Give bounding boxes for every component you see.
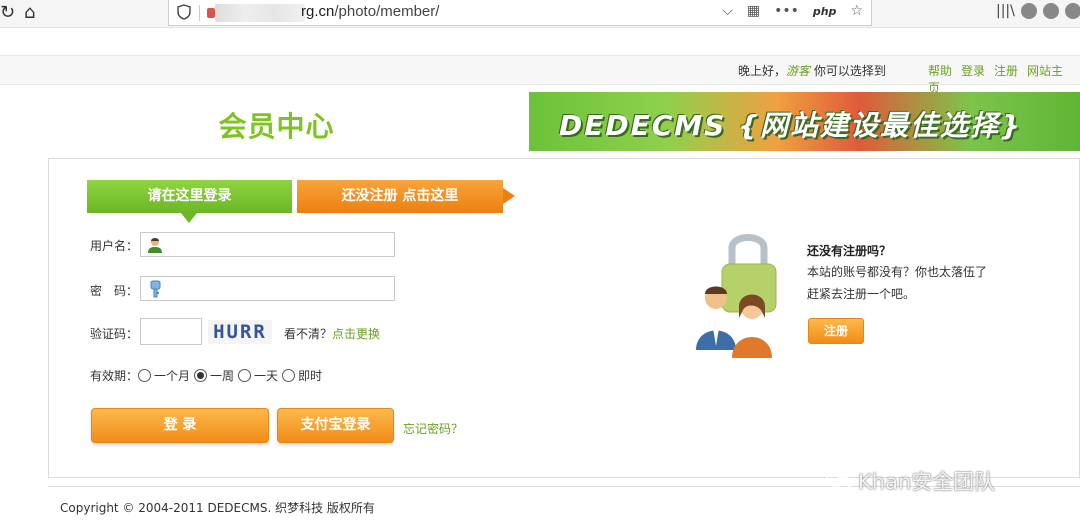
extension-icon[interactable] xyxy=(1042,3,1059,19)
site-top-bar: 晚上好，游客 你可以选择到 帮助 登录 注册 网站主页 xyxy=(0,55,1080,95)
member-center-logo[interactable]: 会员中心 xyxy=(98,100,455,145)
validity-option[interactable]: 即时 xyxy=(282,367,322,384)
validity-option[interactable]: 一个月 xyxy=(138,367,190,384)
username-input[interactable] xyxy=(140,232,395,257)
top-links: 帮助 登录 注册 网站主页 xyxy=(928,62,1080,96)
register-button[interactable]: 注册 xyxy=(808,318,864,344)
browser-toolbar: ↻ ⌂ rg.cn/photo/member/ ⌵ ▦ ••• php ☆ ||… xyxy=(0,0,1080,28)
radio-icon[interactable] xyxy=(282,369,296,382)
tab-login[interactable]: 请在这里登录 xyxy=(87,180,292,223)
forgot-password-link[interactable]: 忘记密码？ xyxy=(403,420,463,437)
users-lock-icon xyxy=(696,234,777,358)
login-button[interactable]: 登 录 xyxy=(91,408,269,443)
tab-register[interactable]: 还没注册 点击这里 xyxy=(297,180,515,213)
library-icon[interactable]: |||\ xyxy=(996,3,1015,19)
password-input[interactable] xyxy=(140,276,395,301)
extension-icon[interactable] xyxy=(1064,3,1080,19)
dedecms-banner: DEDECMS {网站建设最佳选择} xyxy=(529,92,1080,151)
redacted-domain xyxy=(215,4,305,22)
register-title: 还没有注册吗？ xyxy=(807,244,892,258)
watermark: Khan安全团队 xyxy=(826,466,995,496)
register-link[interactable]: 注册 xyxy=(994,64,1018,78)
reload-icon[interactable]: ↻ xyxy=(0,2,15,23)
radio-icon[interactable] xyxy=(194,369,208,382)
captcha-label: 验证码： xyxy=(90,327,139,341)
url-text[interactable]: rg.cn/photo/member/ xyxy=(301,3,439,20)
php-extension-icon[interactable]: php xyxy=(813,5,837,18)
validity-label: 有效期： xyxy=(90,369,139,383)
refresh-captcha-link[interactable]: 点击更换 xyxy=(332,327,380,341)
tab-arrow xyxy=(503,188,515,204)
qr-code-icon[interactable]: ▦ xyxy=(747,3,760,19)
chevron-down-icon[interactable]: ⌵ xyxy=(722,3,733,19)
validity-option[interactable]: 一周 xyxy=(194,367,234,384)
address-bar[interactable]: rg.cn/photo/member/ ⌵ ▦ ••• php ☆ xyxy=(168,0,872,26)
star-icon[interactable]: ☆ xyxy=(850,3,863,19)
greeting: 晚上好，游客 你可以选择到 xyxy=(738,64,886,78)
tab-pointer xyxy=(181,213,197,223)
alipay-login-button[interactable]: 支付宝登录 xyxy=(277,408,394,443)
validity-group: 有效期： 一个月 一周 一天 即时 xyxy=(90,367,326,384)
radio-icon[interactable] xyxy=(138,369,152,382)
site-icon xyxy=(207,8,215,18)
captcha-input[interactable] xyxy=(140,318,202,345)
username-label: 用户名： xyxy=(90,239,139,253)
extension-icon[interactable] xyxy=(1020,3,1037,19)
captcha-refresh: 看不清？点击更换 xyxy=(284,327,381,341)
help-link[interactable]: 帮助 xyxy=(928,64,952,78)
radio-icon[interactable] xyxy=(238,369,252,382)
shield-icon[interactable] xyxy=(177,4,191,20)
login-link[interactable]: 登录 xyxy=(961,64,985,78)
key-icon xyxy=(150,280,161,298)
captcha-image[interactable]: HURR xyxy=(208,320,272,344)
home-icon[interactable]: ⌂ xyxy=(24,2,35,23)
validity-option[interactable]: 一天 xyxy=(238,367,278,384)
more-icon[interactable]: ••• xyxy=(774,3,799,19)
divider xyxy=(199,5,200,21)
url-tools: ⌵ ▦ ••• php ☆ xyxy=(722,3,863,19)
register-description: 赶紧去注册一个吧。 xyxy=(807,287,916,301)
wechat-icon xyxy=(826,471,852,490)
register-description: 本站的账号都没有？你也太落伍了 xyxy=(807,265,988,279)
browser-extensions: |||\ xyxy=(996,3,1080,19)
password-label: 密 码： xyxy=(90,284,139,298)
user-icon xyxy=(148,238,162,253)
copyright: Copyright © 2004-2011 DEDECMS. 织梦科技 版权所有 xyxy=(60,501,375,515)
